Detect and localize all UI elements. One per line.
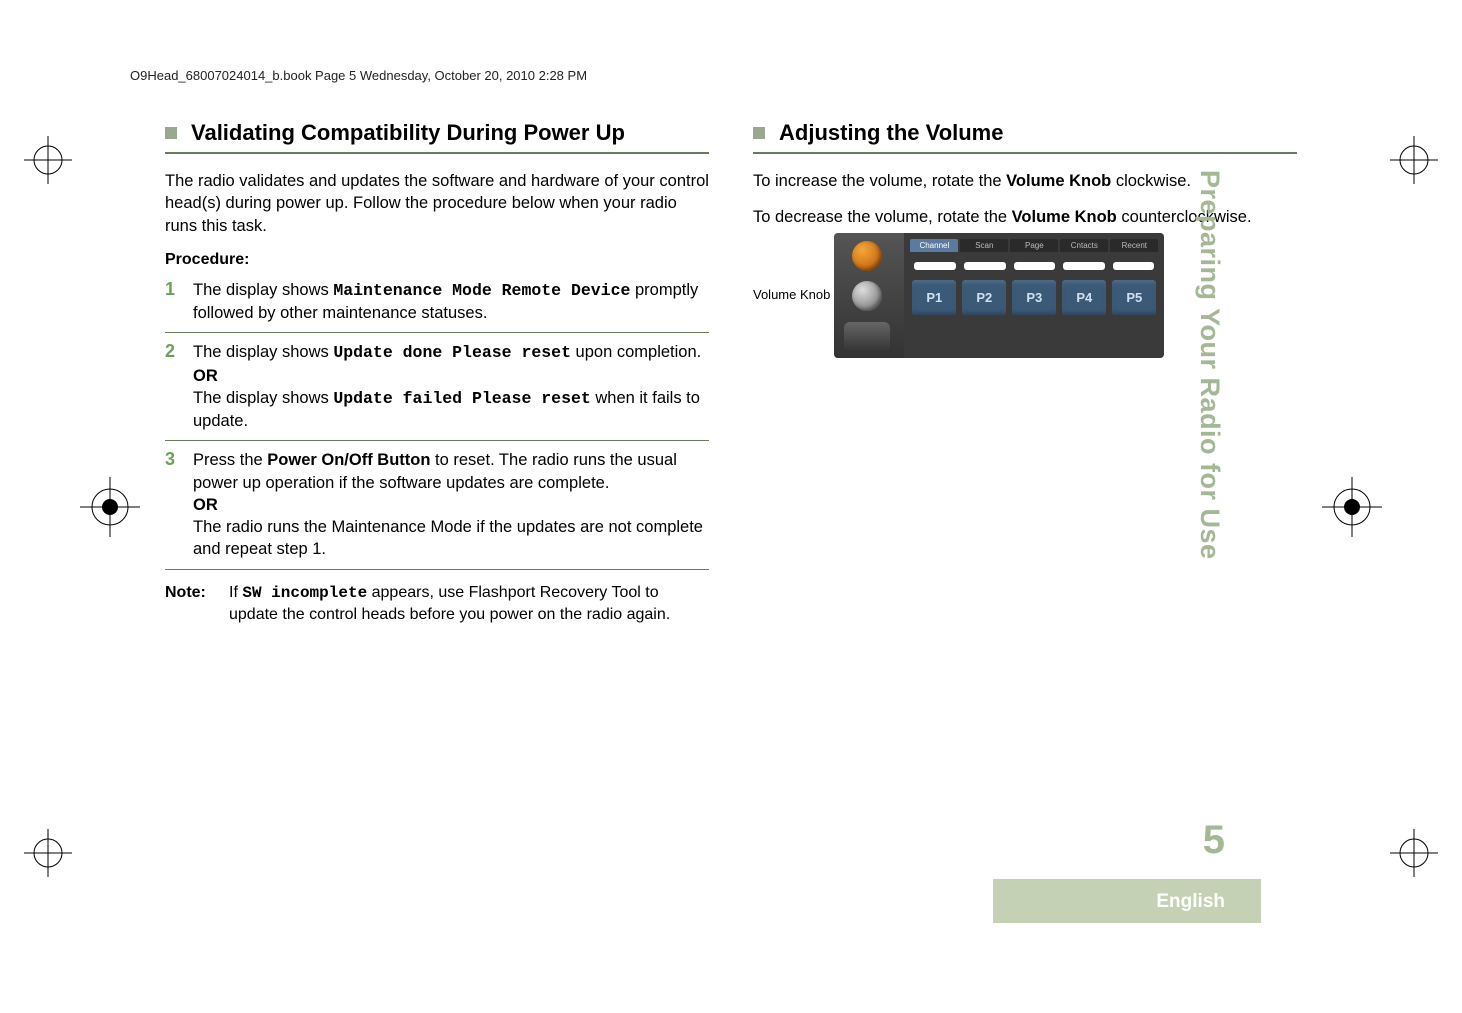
tab-page: Page xyxy=(1010,239,1058,252)
p4-button: P4 xyxy=(1062,280,1106,315)
step2-text-b: upon completion. xyxy=(571,343,701,361)
display-bar xyxy=(1063,262,1105,270)
page-number: 5 xyxy=(1203,818,1225,863)
section-divider xyxy=(753,152,1297,154)
display-bar xyxy=(1113,262,1155,270)
p2-button: P2 xyxy=(962,280,1006,315)
crop-mark-bottom-right xyxy=(1384,823,1444,883)
tab-contacts: Cntacts xyxy=(1060,239,1108,252)
step3-button-name: Power On/Off Button xyxy=(267,451,430,469)
crop-mark-mid-left xyxy=(80,477,140,537)
step2-display-text-2: Update failed Please reset xyxy=(333,389,590,408)
note-text-a: If xyxy=(229,584,242,601)
footer-language: English xyxy=(1156,891,1225,913)
p3-button: P3 xyxy=(1012,280,1056,315)
display-bar xyxy=(964,262,1006,270)
step-2: 2 The display shows Update done Please r… xyxy=(165,341,709,432)
display-bar xyxy=(914,262,956,270)
step1-display-text: Maintenance Mode Remote Device xyxy=(333,281,630,300)
step-number: 3 xyxy=(165,449,193,560)
step-3: 3 Press the Power On/Off Button to reset… xyxy=(165,449,709,560)
crop-mark-mid-right xyxy=(1322,477,1382,537)
section-bullet-icon xyxy=(753,127,765,139)
step-separator xyxy=(165,440,709,441)
procedure-label: Procedure: xyxy=(165,251,709,269)
step-number: 1 xyxy=(165,279,193,325)
page-content: Validating Compatibility During Power Up… xyxy=(165,120,1297,953)
section-title-volume: Adjusting the Volume xyxy=(779,120,1003,146)
print-header-line: O9Head_68007024014_b.book Page 5 Wednesd… xyxy=(130,68,587,83)
step-number: 2 xyxy=(165,341,193,432)
tab-channel: Channel xyxy=(910,239,958,252)
step-1: 1 The display shows Maintenance Mode Rem… xyxy=(165,279,709,325)
step-separator xyxy=(165,332,709,333)
tab-scan: Scan xyxy=(960,239,1008,252)
step2-text-a: The display shows xyxy=(193,343,333,361)
volume-knob-icon xyxy=(852,281,882,311)
section-title-validating: Validating Compatibility During Power Up xyxy=(191,120,625,146)
radio-control-head-image: Channel Scan Page Cntacts Recent xyxy=(834,233,1164,358)
figure-callout-label: Volume Knob xyxy=(753,287,830,302)
note-label: Note: xyxy=(165,582,229,626)
power-knob-icon xyxy=(852,241,882,271)
p-button-row: P1 P2 P3 P4 P5 xyxy=(904,280,1164,323)
side-tab-label: Preparing Your Radio for Use xyxy=(1194,170,1225,560)
section-divider xyxy=(165,152,709,154)
crop-mark-bottom-left xyxy=(18,823,78,883)
step-separator xyxy=(165,569,709,570)
step1-text-a: The display shows xyxy=(193,281,333,299)
note-block: Note: If SW incomplete appears, use Flas… xyxy=(165,582,709,626)
crop-mark-top-left xyxy=(18,130,78,190)
p1-button: P1 xyxy=(912,280,956,315)
intro-paragraph: The radio validates and updates the soft… xyxy=(165,170,709,237)
tab-recent: Recent xyxy=(1110,239,1158,252)
section-bullet-icon xyxy=(165,127,177,139)
display-bar xyxy=(1014,262,1056,270)
display-tabs: Channel Scan Page Cntacts Recent xyxy=(904,233,1164,252)
left-column: Validating Compatibility During Power Up… xyxy=(165,120,709,626)
display-bars xyxy=(904,252,1164,280)
p5-button: P5 xyxy=(1112,280,1156,315)
step3-text-c: The radio runs the Maintenance Mode if t… xyxy=(193,518,703,558)
step3-or: OR xyxy=(193,496,218,514)
step2-or: OR xyxy=(193,367,218,385)
step3-text-a: Press the xyxy=(193,451,267,469)
button-icon xyxy=(844,322,890,352)
crop-mark-top-right xyxy=(1384,130,1444,190)
step2-text-c: The display shows xyxy=(193,389,333,407)
note-display-text: SW incomplete xyxy=(242,584,367,602)
step2-display-text-1: Update done Please reset xyxy=(333,343,571,362)
